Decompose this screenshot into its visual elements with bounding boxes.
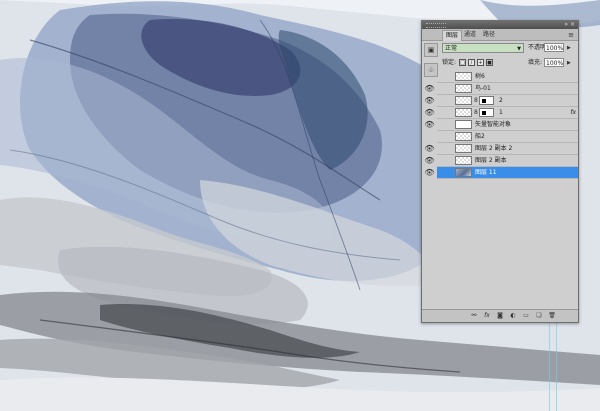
blend-mode-select[interactable]: 正常 ▼ [442,43,524,53]
fill-label: 填充: [528,59,543,66]
layer-name[interactable]: 1 [499,107,503,119]
layer-thumbnail[interactable] [455,144,472,153]
blend-row: ▣ 正常 ▼ 不透明度: 100% ▶ [422,42,578,57]
eye-icon[interactable]: 👁 [424,95,435,106]
eye-icon[interactable]: 👁 [424,107,435,118]
lock-row: ♧ 锁定: □ / + ■ 填充: 100% ▶ [422,58,578,77]
eye-icon[interactable]: 👁 [424,83,435,94]
eye-icon[interactable]: 👁 [424,131,435,142]
blend-mode-value: 正常 [445,45,458,52]
layer-name[interactable]: 鸟-01 [475,83,491,95]
layer-name[interactable]: 矢量智能对象 [475,119,511,131]
layer-row[interactable]: 👁 图层 2 副本 2 [424,143,578,155]
layer-row[interactable]: 👁树6 [437,71,578,83]
eye-icon[interactable]: 👁 [424,167,435,178]
lock-all-icon[interactable]: ■ [486,59,493,66]
fill-slider-icon[interactable]: ▶ [567,58,571,68]
layer-mask-thumbnail[interactable] [479,108,494,117]
eye-icon[interactable]: 👁 [424,143,435,154]
layers-panel[interactable]: » × 图层 通道 路径 ≡ ▣ 正常 ▼ 不透明度: 100% ▶ ♧ 锁定:… [421,20,579,323]
fx-icon[interactable]: fx [570,107,576,119]
guide-line [549,320,550,411]
chevron-down-icon: ▼ [517,46,521,52]
close-icon[interactable]: × [570,21,575,29]
panel-footer: ⚯ fx ◙ ◐ ▭ ❏ 🗑 [422,309,578,322]
layer-thumbnail[interactable] [455,168,472,177]
fill-input[interactable]: 100% [544,58,564,67]
eye-icon[interactable]: 👁 [424,119,435,130]
layer-name[interactable]: 图层 11 [475,167,497,179]
tab-channels[interactable]: 通道 [461,30,479,40]
guide-line [556,320,557,411]
eye-icon[interactable]: 👁 [424,155,435,166]
link-layers-icon[interactable]: ⚯ [470,312,478,320]
collapse-icon[interactable]: » [564,21,568,29]
layer-thumbnail[interactable] [455,72,472,81]
new-group-icon[interactable]: ▭ [522,312,530,320]
layer-row[interactable]: 👁 8 1 fx [424,107,578,119]
opacity-input[interactable]: 100% [544,43,564,52]
layer-mask-thumbnail[interactable] [479,96,494,105]
layer-row[interactable]: 👁船2 [437,131,578,143]
new-layer-icon[interactable]: ❏ [535,312,543,320]
layer-list[interactable]: 👁树6👁鸟-01👁82👁81fx👁矢量智能对象👁船2👁图层 2 副本 2👁图层 … [424,71,578,311]
panel-tabs: 图层 通道 路径 ≡ [422,29,578,41]
layer-row[interactable]: 👁 鸟-01 [424,83,578,95]
opacity-slider-icon[interactable]: ▶ [567,43,571,53]
link-icon[interactable]: 8 [474,108,478,117]
panel-menu-icon[interactable]: ≡ [565,30,577,40]
adjustment-icon[interactable]: ◐ [509,312,517,320]
layer-thumbnail[interactable] [455,120,472,129]
layer-row[interactable]: 👁 图层 2 副本 [424,155,578,167]
layer-thumbnail[interactable] [455,84,472,93]
layer-name[interactable]: 图层 2 副本 2 [475,143,512,155]
layer-thumbnail[interactable] [455,156,472,165]
layer-name[interactable]: 树6 [475,71,485,83]
lock-label: 锁定: [442,59,457,66]
add-style-icon[interactable]: fx [483,312,491,320]
link-icon[interactable]: 8 [474,96,478,105]
layer-thumbnail[interactable] [455,132,472,141]
panel-titlebar[interactable]: » × [422,21,578,29]
delete-icon[interactable]: 🗑 [548,312,556,320]
add-mask-icon[interactable]: ◙ [496,312,504,320]
tool-preset-icon[interactable]: ▣ [424,43,438,57]
layer-name[interactable]: 2 [499,95,503,107]
lock-transparency-icon[interactable]: □ [459,59,466,66]
layer-row[interactable]: 👁 8 2 [424,95,578,107]
layer-row[interactable]: 👁 图层 11 [424,167,578,179]
layer-row[interactable]: 👁 矢量智能对象 [424,119,578,131]
layer-thumbnail[interactable] [455,108,472,117]
tab-layers[interactable]: 图层 [442,30,463,41]
drag-grip-icon[interactable] [426,23,446,28]
tab-paths[interactable]: 路径 [480,30,498,40]
layer-name[interactable]: 船2 [475,131,485,143]
lock-position-icon[interactable]: + [477,59,484,66]
lock-pixels-icon[interactable]: / [468,59,475,66]
layer-name[interactable]: 图层 2 副本 [475,155,507,167]
eye-icon[interactable]: 👁 [424,71,435,82]
layer-thumbnail[interactable] [455,96,472,105]
